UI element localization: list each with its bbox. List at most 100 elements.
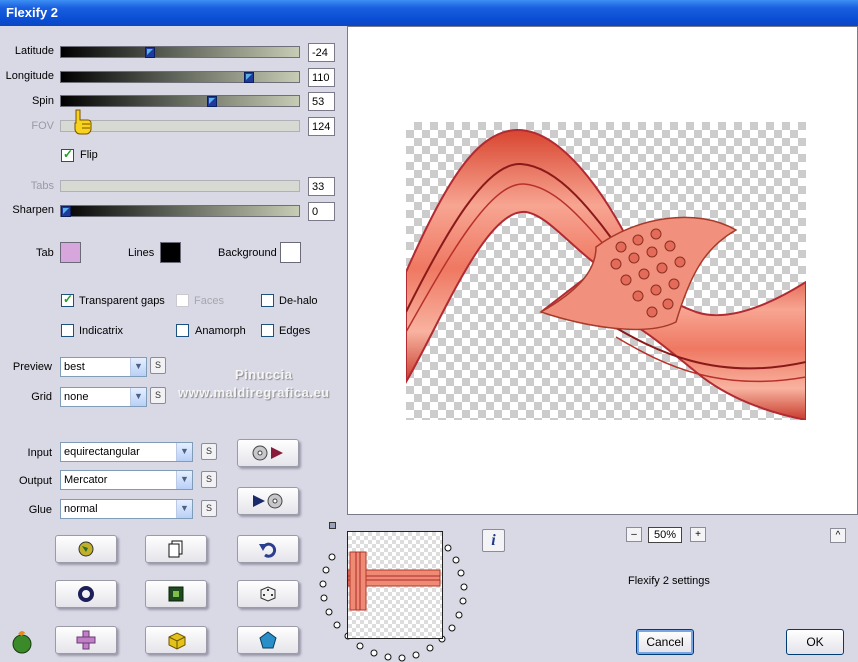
longitude-value[interactable]: 110 (308, 68, 335, 87)
pentagon-shape-button[interactable] (237, 626, 299, 654)
input-select[interactable]: equirectangular ▼ (60, 442, 193, 462)
latitude-thumb[interactable] (145, 47, 155, 58)
info-button[interactable]: i (482, 529, 505, 552)
tabs-slider[interactable] (60, 180, 300, 192)
transparent-gaps-checkbox[interactable] (61, 292, 74, 307)
watermark-line2: www.maldiregrafica.eu (178, 385, 330, 400)
chevron-down-icon[interactable]: ▼ (176, 471, 192, 489)
zoom-out-button[interactable]: – (626, 527, 642, 542)
fov-value[interactable]: 124 (308, 117, 335, 136)
globe-icon (78, 541, 94, 557)
lines-color-label: Lines (128, 247, 155, 259)
cross-shape-button[interactable] (55, 626, 117, 654)
cancel-button[interactable]: Cancel (636, 629, 694, 655)
transparent-gaps-label: Transparent gaps (79, 295, 165, 307)
lines-color-swatch[interactable] (160, 242, 181, 263)
glue-label: Glue (28, 504, 52, 516)
undo-icon (259, 542, 277, 558)
title-bar: Flexify 2 (0, 0, 858, 26)
play-disc-icon (253, 493, 283, 509)
output-s-button[interactable]: S (201, 471, 217, 488)
edges-checkbox[interactable] (261, 324, 274, 337)
glue-s-button[interactable]: S (201, 500, 217, 517)
anamorph-checkbox[interactable] (176, 324, 189, 337)
sharpen-thumb[interactable] (61, 206, 71, 217)
indicatrix-checkbox[interactable] (61, 324, 74, 337)
random-dice-button[interactable] (237, 580, 299, 608)
pentagon-icon (259, 631, 277, 649)
flip-label: Flip (80, 149, 98, 161)
input-to-output-button[interactable] (237, 439, 299, 467)
input-s-button[interactable]: S (201, 443, 217, 460)
navigator-ribbon-image (348, 551, 441, 611)
latitude-value[interactable]: -24 (308, 43, 335, 62)
glue-select-value: normal (64, 503, 98, 515)
spin-label: Spin (31, 95, 54, 107)
preview-canvas[interactable] (347, 26, 858, 515)
flip-checkbox[interactable] (61, 147, 74, 162)
edges-label: Edges (279, 325, 311, 337)
preview-select-value: best (64, 361, 85, 373)
tabs-label: Tabs (30, 180, 54, 192)
spin-thumb[interactable] (207, 96, 217, 107)
de-halo-checkbox[interactable] (261, 294, 274, 307)
ring-shape-button[interactable] (55, 580, 117, 608)
grid-select-value: none (64, 391, 89, 403)
flexified-ribbon-image (405, 128, 807, 422)
chevron-down-icon[interactable]: ▼ (130, 358, 146, 376)
copy-button[interactable] (145, 535, 207, 563)
sharpen-slider[interactable] (60, 205, 300, 217)
navigator-thumbnail[interactable] (347, 531, 443, 639)
disc-play-icon (252, 445, 283, 461)
output-to-input-button[interactable] (237, 487, 299, 515)
latitude-label: Latitude (14, 45, 54, 57)
square-frame-icon (168, 586, 184, 602)
preview-s-button[interactable]: S (150, 357, 166, 374)
preview-select[interactable]: best ▼ (60, 357, 147, 377)
controls-panel: Latitude -24 Longitude 110 Spin 53 FOV 1… (0, 26, 347, 662)
longitude-label: Longitude (5, 70, 54, 82)
tab-color-swatch[interactable] (60, 242, 81, 263)
square-shape-button[interactable] (145, 580, 207, 608)
window-title: Flexify 2 (6, 5, 59, 20)
chevron-down-icon[interactable]: ▼ (176, 443, 192, 461)
longitude-thumb[interactable] (244, 72, 254, 83)
indicatrix-label: Indicatrix (79, 325, 124, 337)
faces-label: Faces (194, 295, 224, 307)
sharpen-value[interactable]: 0 (308, 202, 335, 221)
tabs-value[interactable]: 33 (308, 177, 335, 196)
fov-slider[interactable] (60, 120, 300, 132)
longitude-slider[interactable] (60, 71, 300, 83)
transparency-checkerboard (405, 122, 807, 422)
output-label: Output (18, 475, 52, 487)
latitude-slider[interactable] (60, 46, 300, 58)
anamorph-label: Anamorph (195, 325, 246, 337)
undo-button[interactable] (237, 535, 299, 563)
ring-icon (78, 586, 94, 602)
output-select[interactable]: Mercator ▼ (60, 470, 193, 490)
dice-icon (260, 586, 276, 602)
glue-select[interactable]: normal ▼ (60, 499, 193, 519)
zoom-in-button[interactable]: + (690, 527, 706, 542)
spin-slider[interactable] (60, 95, 300, 107)
background-color-swatch[interactable] (280, 242, 301, 263)
spin-value[interactable]: 53 (308, 92, 335, 111)
collapse-button[interactable]: ^ (830, 528, 846, 543)
randomize-globe-button[interactable] (55, 535, 117, 563)
grid-select[interactable]: none ▼ (60, 387, 147, 407)
de-halo-label: De-halo (279, 295, 318, 307)
tab-color-label: Tab (36, 247, 54, 259)
flaming-pear-logo-icon (12, 631, 32, 654)
grid-s-button[interactable]: S (150, 387, 166, 404)
cube-shape-button[interactable] (145, 626, 207, 654)
navigator-handle[interactable] (329, 522, 336, 529)
background-color-label: Background (218, 247, 277, 259)
hand-cursor-icon (74, 109, 92, 135)
faces-checkbox[interactable] (176, 294, 189, 307)
settings-label: Flexify 2 settings (628, 575, 710, 587)
ok-button[interactable]: OK (786, 629, 844, 655)
input-select-value: equirectangular (64, 446, 140, 458)
input-label: Input (27, 447, 52, 459)
chevron-down-icon[interactable]: ▼ (176, 500, 192, 518)
chevron-down-icon[interactable]: ▼ (130, 388, 146, 406)
